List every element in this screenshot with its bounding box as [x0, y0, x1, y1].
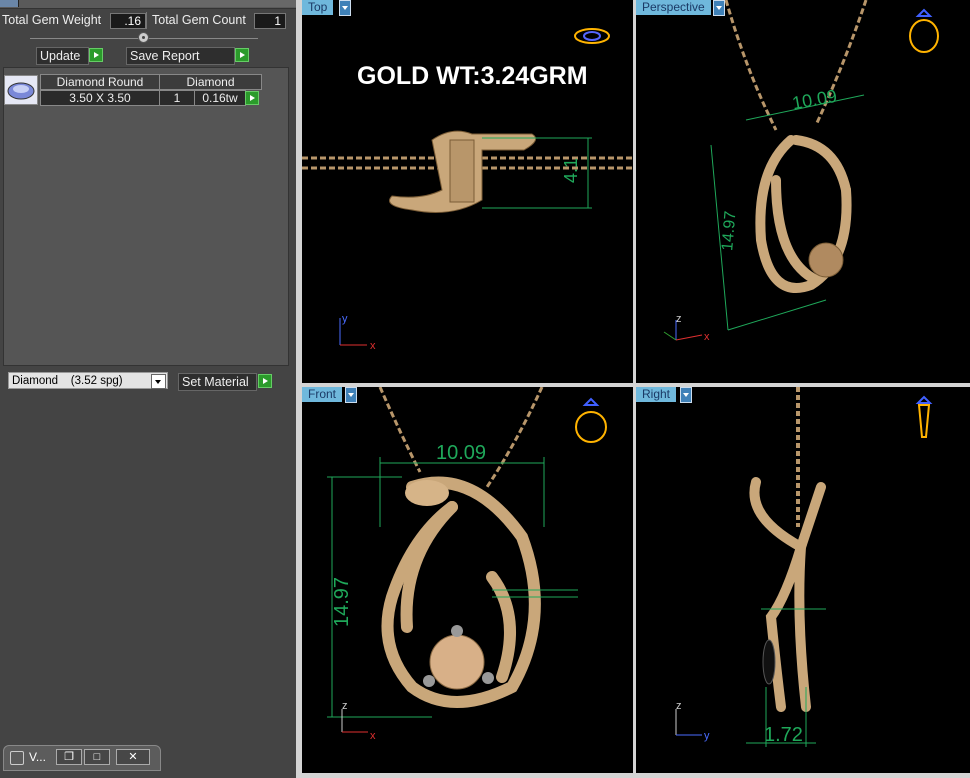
material-select[interactable]: Diamond (3.52 spg)	[8, 372, 168, 389]
viewport-front[interactable]: 10.09 14.97 z x Front	[302, 387, 633, 773]
gem-header-type: Diamond	[159, 74, 262, 90]
axis-x-label: x	[704, 331, 710, 343]
right-view-scene: 1.72 z y	[675, 387, 933, 747]
chevron-down-icon[interactable]	[339, 0, 351, 16]
gem-header-shape: Diamond Round	[40, 74, 160, 90]
axis-x-label: x	[370, 340, 376, 352]
ring-view-gizmo-icon	[575, 397, 607, 443]
diamond-gem-icon[interactable]	[4, 75, 38, 105]
save-report-button[interactable]: Save Report	[126, 47, 235, 65]
viewport-perspective[interactable]: 10.09 14.97 z x Perspective	[636, 0, 970, 383]
tab-right[interactable]: Right	[636, 387, 677, 402]
chevron-down-icon[interactable]	[345, 387, 357, 403]
chevron-down-icon[interactable]	[680, 387, 692, 403]
top-dimension-label: 4.1	[561, 158, 581, 183]
tab-top[interactable]: Top	[302, 0, 334, 15]
ring-view-gizmo-icon	[915, 395, 933, 438]
ring-view-gizmo-icon	[909, 8, 939, 53]
axis-gizmo	[675, 709, 702, 736]
axis-gizmo	[341, 709, 368, 733]
axis-z-label: z	[676, 700, 682, 712]
front-view-scene: 10.09 14.97 z x	[327, 387, 607, 742]
maximize-button[interactable]: □	[84, 749, 110, 765]
perspective-width-label: 10.09	[791, 86, 839, 114]
front-height-label: 14.97	[331, 577, 353, 627]
axis-y-label: y	[342, 313, 348, 325]
save-report-go-icon[interactable]	[235, 48, 249, 62]
update-button-label: Update	[40, 49, 81, 63]
gem-list-area	[3, 67, 289, 366]
panel-tab-icon[interactable]	[0, 0, 19, 7]
perspective-view-scene: 10.09 14.97 z x	[663, 0, 939, 343]
total-gem-count-label: Total Gem Count	[152, 13, 246, 27]
right-depth-label: 1.72	[764, 724, 803, 746]
update-go-icon[interactable]	[89, 48, 103, 62]
gem-weight-cell[interactable]: 0.16tw	[194, 90, 246, 106]
set-material-go-icon[interactable]	[258, 374, 272, 388]
chevron-down-icon[interactable]	[151, 374, 166, 389]
chevron-down-icon[interactable]	[713, 0, 725, 16]
viewport-top[interactable]: 4.1 y x GOLD WT:3.24GRM Top	[302, 0, 633, 383]
close-button[interactable]: ✕	[116, 749, 150, 765]
tab-perspective[interactable]: Perspective	[636, 0, 711, 15]
gem-count-cell[interactable]: 1	[159, 90, 195, 106]
viewport-right[interactable]: 1.72 z y Right	[636, 387, 970, 773]
axis-gizmo	[663, 320, 703, 341]
ring-view-gizmo-icon	[574, 28, 610, 44]
chain	[378, 387, 544, 488]
minimized-window-title: V...	[29, 750, 46, 764]
panel-tab-blank[interactable]	[140, 0, 296, 7]
tab-front[interactable]: Front	[302, 387, 343, 402]
panel-slider-handle[interactable]	[138, 32, 149, 43]
material-select-value: Diamond (3.52 spg)	[12, 375, 123, 387]
perspective-height-label: 14.97	[719, 210, 739, 251]
save-report-button-label: Save Report	[130, 49, 200, 63]
gold-weight-annotation: GOLD WT:3.24GRM	[357, 62, 588, 90]
total-gem-weight-value: .16	[110, 13, 146, 29]
gem-row-go-icon[interactable]	[245, 91, 259, 105]
axis-y-label: y	[704, 730, 710, 742]
front-width-label: 10.09	[436, 442, 486, 464]
gem-panel: Total Gem Weight .16 Total Gem Count 1 U…	[0, 0, 296, 778]
gem-size-cell[interactable]: 3.50 X 3.50	[40, 90, 160, 106]
window-icon	[10, 751, 24, 765]
panel-tab-strip	[0, 0, 296, 9]
set-material-button-label: Set Material	[182, 375, 249, 389]
pendant-top-shape	[389, 130, 537, 213]
minimized-window-bar[interactable]: V... ❐ □ ✕	[3, 745, 161, 771]
set-material-button[interactable]: Set Material	[178, 373, 257, 391]
axis-x-label: x	[370, 730, 376, 742]
restore-button[interactable]: ❐	[56, 749, 82, 765]
total-gem-count-value: 1	[254, 13, 286, 29]
update-button[interactable]: Update	[36, 47, 89, 65]
axis-z-label: z	[676, 313, 682, 325]
total-gem-weight-label: Total Gem Weight	[2, 13, 102, 27]
divider	[146, 12, 147, 29]
top-view-scene: 4.1 y x	[302, 28, 633, 352]
axis-z-label: z	[342, 700, 348, 712]
